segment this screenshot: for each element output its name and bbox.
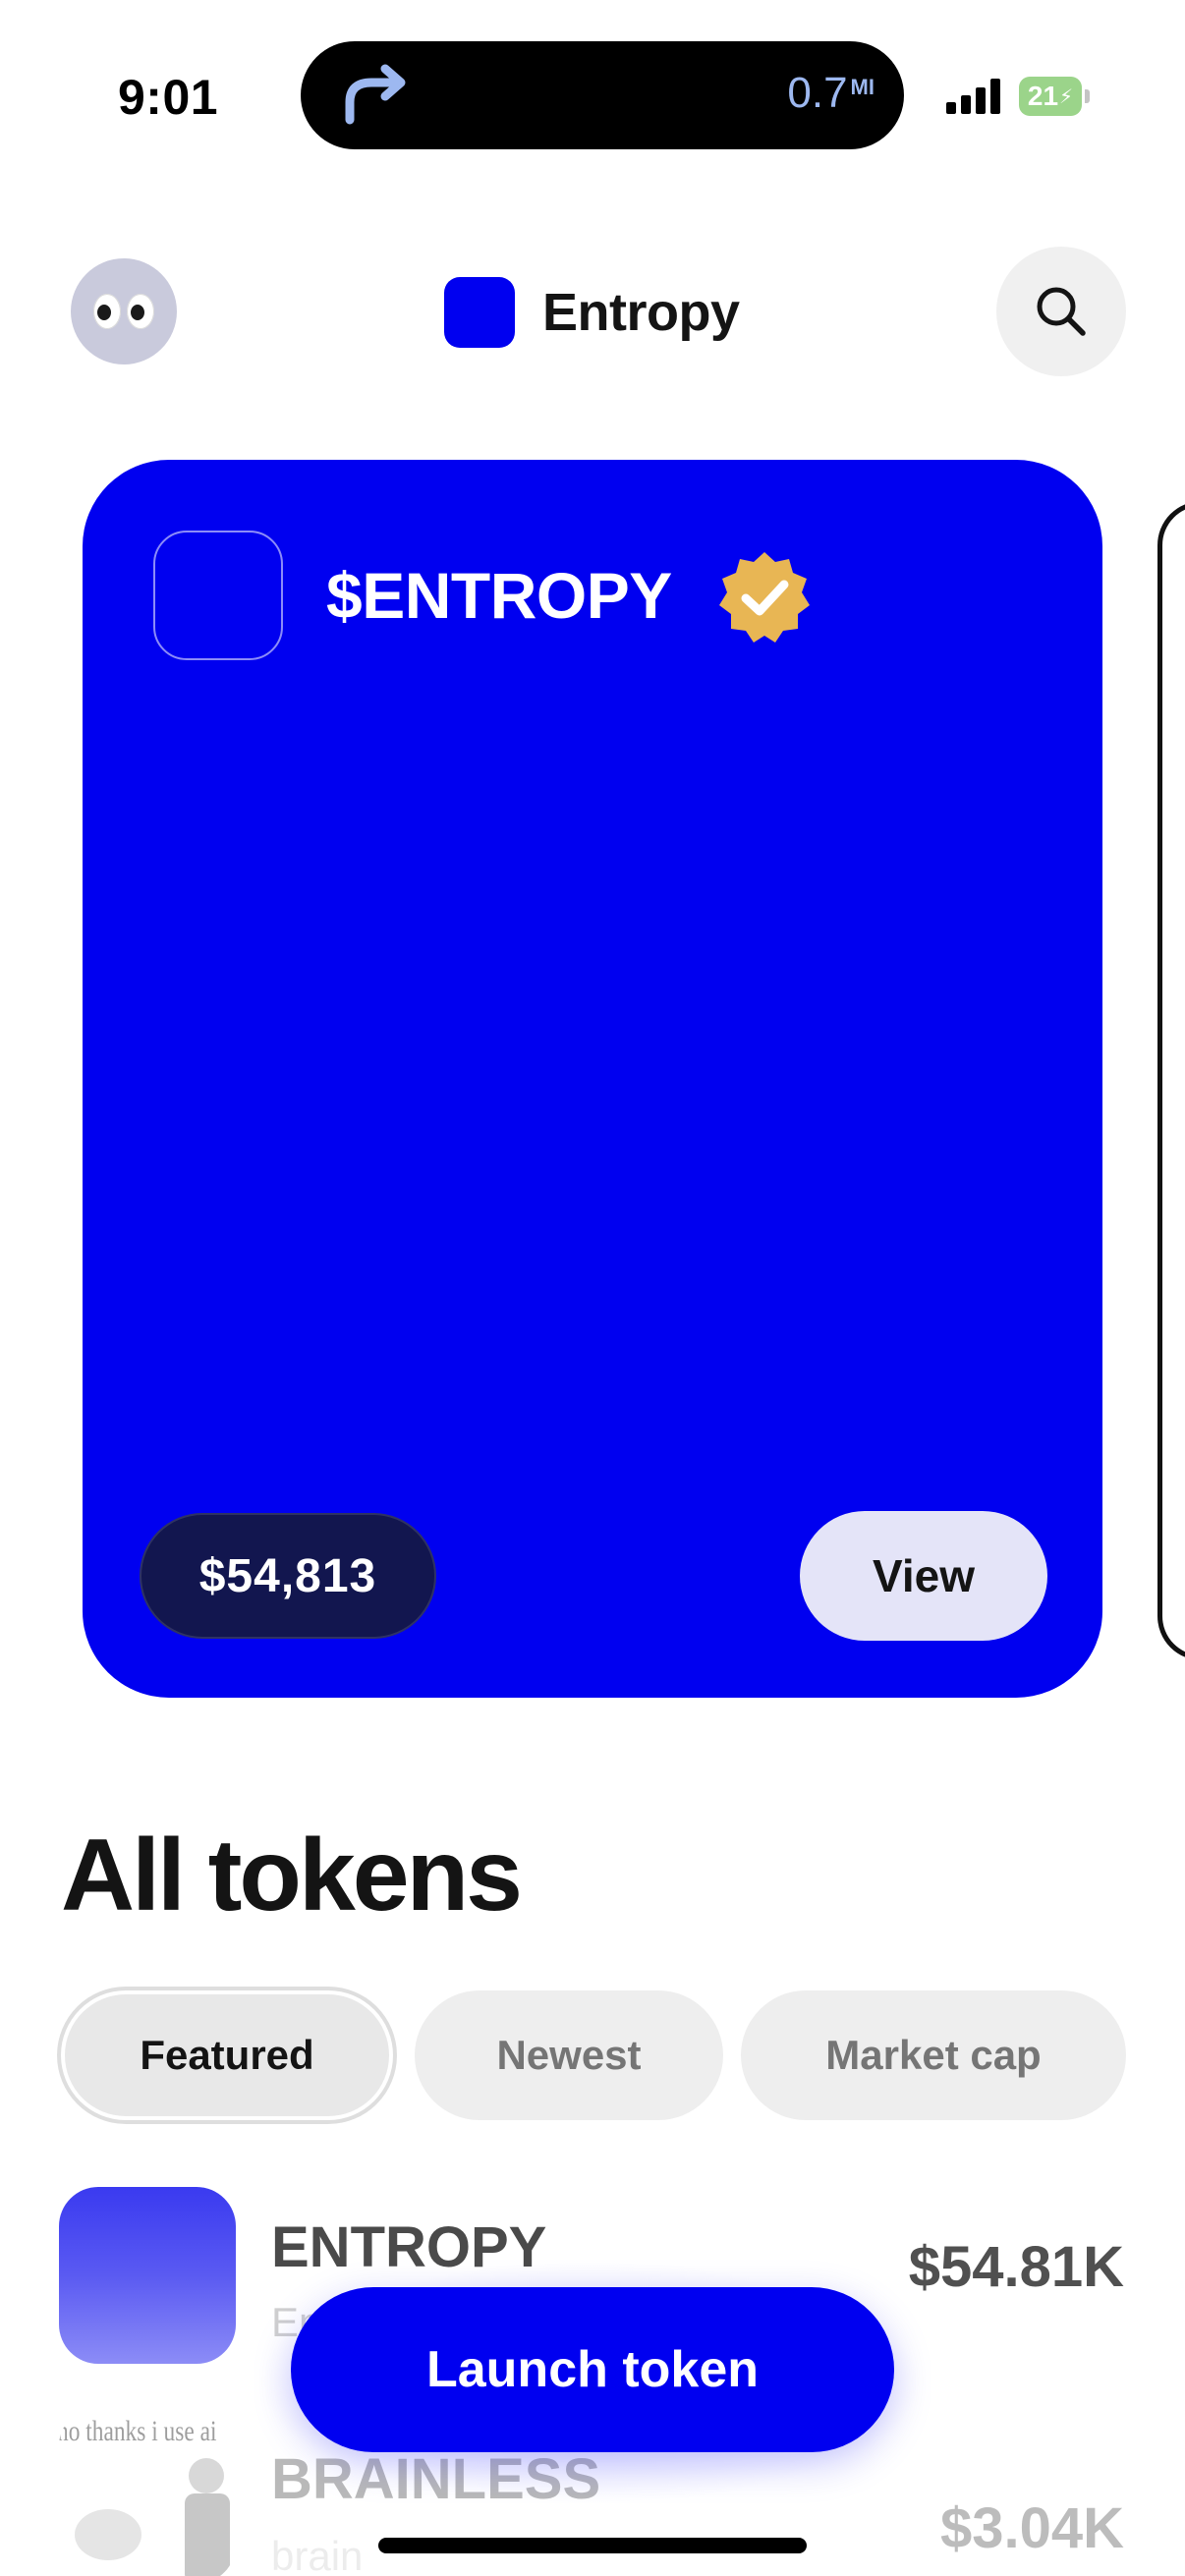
battery-cap bbox=[1085, 89, 1090, 103]
view-button[interactable]: View bbox=[800, 1511, 1047, 1641]
cellular-signal-icon bbox=[946, 79, 1000, 114]
featured-token-title: $ENTROPY bbox=[326, 559, 672, 632]
distance-unit: MI bbox=[850, 75, 875, 99]
navigation-distance: 0.7 MI bbox=[787, 69, 875, 118]
tab-market-cap[interactable]: Market cap bbox=[741, 1990, 1126, 2120]
battery-icon: 21 ⚡ bbox=[1019, 77, 1090, 116]
battery-percent: 21 bbox=[1027, 81, 1059, 111]
app-logo-icon bbox=[444, 277, 515, 348]
tab-featured[interactable]: Featured bbox=[65, 1994, 389, 2116]
verified-badge-icon bbox=[719, 552, 810, 643]
app-screen: 9:01 0.7 MI 21 ⚡ Entropy $ENTROPY $54,81… bbox=[0, 0, 1185, 2576]
token-thumbnail: no thanks i use ai bbox=[59, 2407, 236, 2576]
eyes-emoji-icon bbox=[127, 294, 154, 329]
charging-bolt-icon: ⚡ bbox=[1059, 85, 1074, 108]
section-title: All tokens bbox=[61, 1819, 523, 1932]
status-time: 9:01 bbox=[118, 70, 219, 125]
launch-token-button[interactable]: Launch token bbox=[291, 2287, 894, 2452]
token-price-badge: $54,813 bbox=[140, 1513, 436, 1639]
app-brand: Entropy bbox=[444, 277, 740, 348]
battery-level: 21 ⚡ bbox=[1019, 77, 1082, 116]
token-market-value: $3.04K bbox=[939, 2496, 1124, 2560]
app-name: Entropy bbox=[542, 283, 740, 342]
token-thumbnail bbox=[59, 2187, 236, 2364]
turn-right-arrow-icon bbox=[345, 64, 406, 125]
tab-newest[interactable]: Newest bbox=[415, 1990, 723, 2120]
dynamic-island-navigation[interactable]: 0.7 MI bbox=[301, 41, 904, 149]
token-market-value: $54.81K bbox=[908, 2235, 1124, 2299]
search-icon bbox=[1037, 287, 1086, 336]
distance-value: 0.7 bbox=[787, 69, 848, 117]
search-button[interactable] bbox=[996, 247, 1126, 376]
next-card-peek[interactable] bbox=[1157, 501, 1185, 1660]
token-image bbox=[153, 531, 283, 660]
meme-figure-icon bbox=[75, 2458, 230, 2576]
token-ticker: brain bbox=[271, 2533, 364, 2576]
home-indicator[interactable] bbox=[378, 2538, 807, 2553]
featured-token-card[interactable]: $ENTROPY $54,813 View bbox=[83, 460, 1102, 1698]
profile-avatar-button[interactable] bbox=[71, 258, 177, 364]
eyes-emoji-icon bbox=[93, 294, 121, 329]
